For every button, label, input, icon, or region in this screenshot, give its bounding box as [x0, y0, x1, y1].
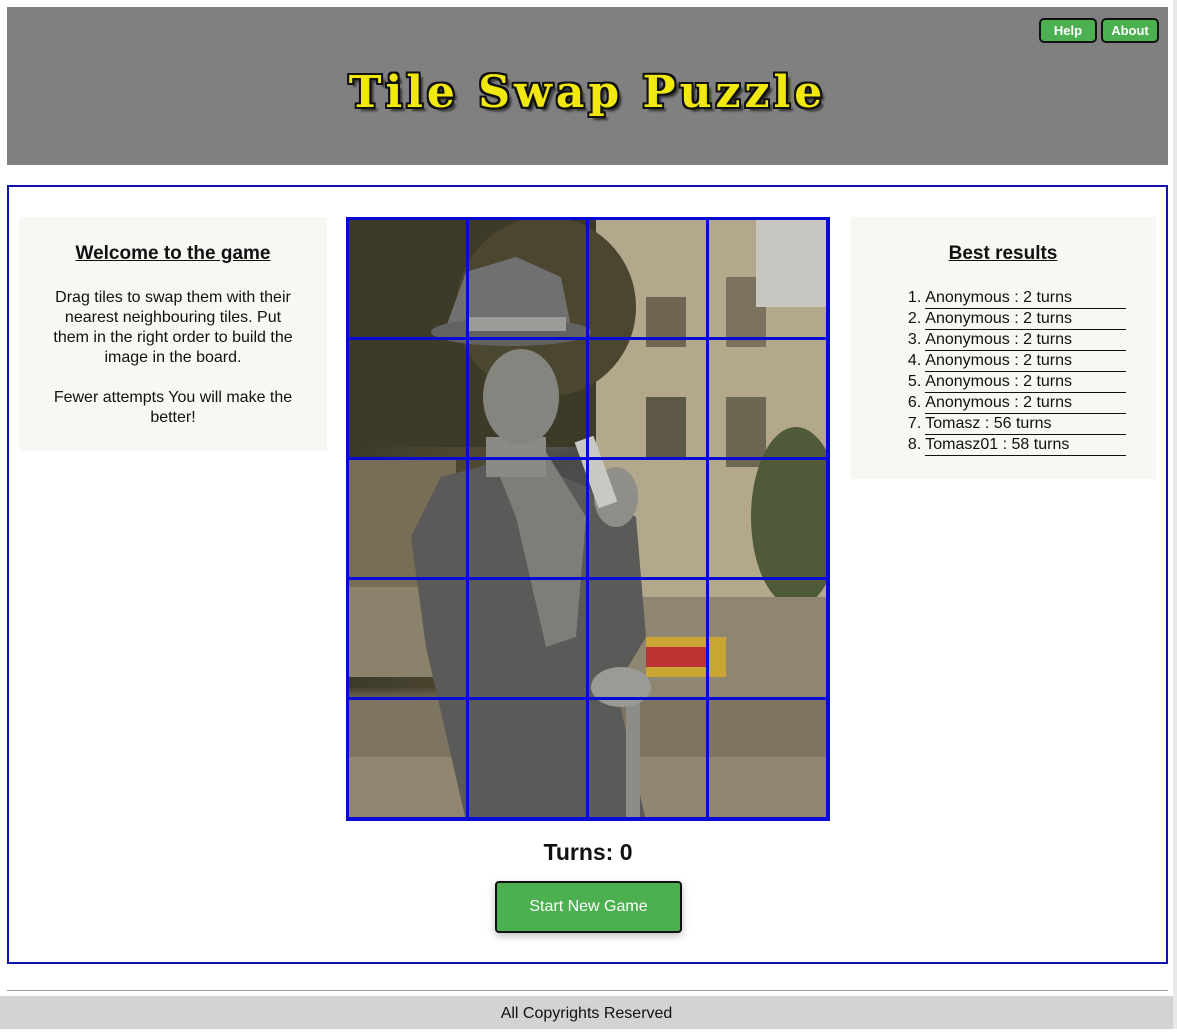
turns-counter: Turns: 0 [543, 839, 633, 865]
result-text: Anonymous : 2 turns [925, 351, 1126, 372]
puzzle-tile[interactable] [466, 577, 589, 700]
result-rank: 3. [907, 331, 922, 348]
result-item: 8. Tomasz01 : 58 turns [880, 435, 1126, 456]
game-area: Welcome to the game Drag tiles to swap t… [7, 185, 1168, 964]
result-rank: 2. [907, 310, 922, 327]
result-item: 1. Anonymous : 2 turns [880, 288, 1126, 309]
puzzle-board [346, 217, 830, 821]
welcome-panel: Welcome to the game Drag tiles to swap t… [19, 217, 327, 451]
puzzle-tile[interactable] [586, 577, 709, 700]
page-header: Help About Tile Swap Puzzle [7, 7, 1168, 165]
puzzle-tile[interactable] [466, 337, 589, 460]
result-item: 7. Tomasz : 56 turns [880, 414, 1126, 435]
page-title: Tile Swap Puzzle [348, 67, 827, 118]
result-rank: 6. [907, 394, 922, 411]
puzzle-tile[interactable] [586, 220, 709, 340]
puzzle-tile[interactable] [586, 337, 709, 460]
welcome-heading: Welcome to the game [75, 243, 271, 264]
result-text: Anonymous : 2 turns [925, 330, 1126, 351]
result-rank: 1. [907, 289, 922, 306]
puzzle-tile[interactable] [706, 337, 827, 460]
start-new-game-button[interactable]: Start New Game [495, 881, 682, 933]
scrollbar[interactable] [1173, 0, 1177, 1029]
about-button[interactable]: About [1101, 18, 1159, 43]
footer-divider [7, 990, 1168, 991]
result-text: Anonymous : 2 turns [925, 309, 1126, 330]
result-item: 6. Anonymous : 2 turns [880, 393, 1126, 414]
welcome-instructions: Drag tiles to swap them with their neare… [53, 289, 293, 366]
result-rank: 5. [907, 373, 922, 390]
result-rank: 7. [907, 415, 922, 432]
result-item: 2. Anonymous : 2 turns [880, 309, 1126, 330]
best-results-heading: Best results [948, 243, 1058, 264]
puzzle-tile[interactable] [466, 457, 589, 580]
puzzle-tile[interactable] [349, 577, 469, 700]
page-footer: All Copyrights Reserved [0, 996, 1173, 1029]
result-item: 4. Anonymous : 2 turns [880, 351, 1126, 372]
best-results-panel: Best results 1. Anonymous : 2 turns 2. Anon… [850, 217, 1156, 479]
result-text: Anonymous : 2 turns [925, 393, 1126, 414]
result-rank: 4. [907, 352, 922, 369]
puzzle-tile[interactable] [586, 457, 709, 580]
help-button[interactable]: Help [1039, 18, 1097, 43]
puzzle-tile[interactable] [706, 577, 827, 700]
puzzle-tile[interactable] [706, 697, 827, 818]
puzzle-tile[interactable] [706, 220, 827, 340]
welcome-tip: Fewer attempts You will make the better! [53, 389, 293, 426]
puzzle-tile[interactable] [706, 457, 827, 580]
puzzle-tile[interactable] [349, 457, 469, 580]
puzzle-tile[interactable] [349, 337, 469, 460]
puzzle-tile[interactable] [466, 697, 589, 818]
result-text: Tomasz : 56 turns [925, 414, 1126, 435]
results-list: 1. Anonymous : 2 turns 2. Anonymous : 2 tur… [880, 288, 1126, 456]
puzzle-tile[interactable] [466, 220, 589, 340]
result-rank: 8. [907, 436, 922, 453]
puzzle-tile[interactable] [349, 697, 469, 818]
result-text: Anonymous : 2 turns [925, 372, 1126, 393]
result-text: Tomasz01 : 58 turns [925, 435, 1126, 456]
result-item: 5. Anonymous : 2 turns [880, 372, 1126, 393]
puzzle-tile[interactable] [349, 220, 469, 340]
result-text: Anonymous : 2 turns [925, 288, 1126, 309]
puzzle-tile[interactable] [586, 697, 709, 818]
result-item: 3. Anonymous : 2 turns [880, 330, 1126, 351]
